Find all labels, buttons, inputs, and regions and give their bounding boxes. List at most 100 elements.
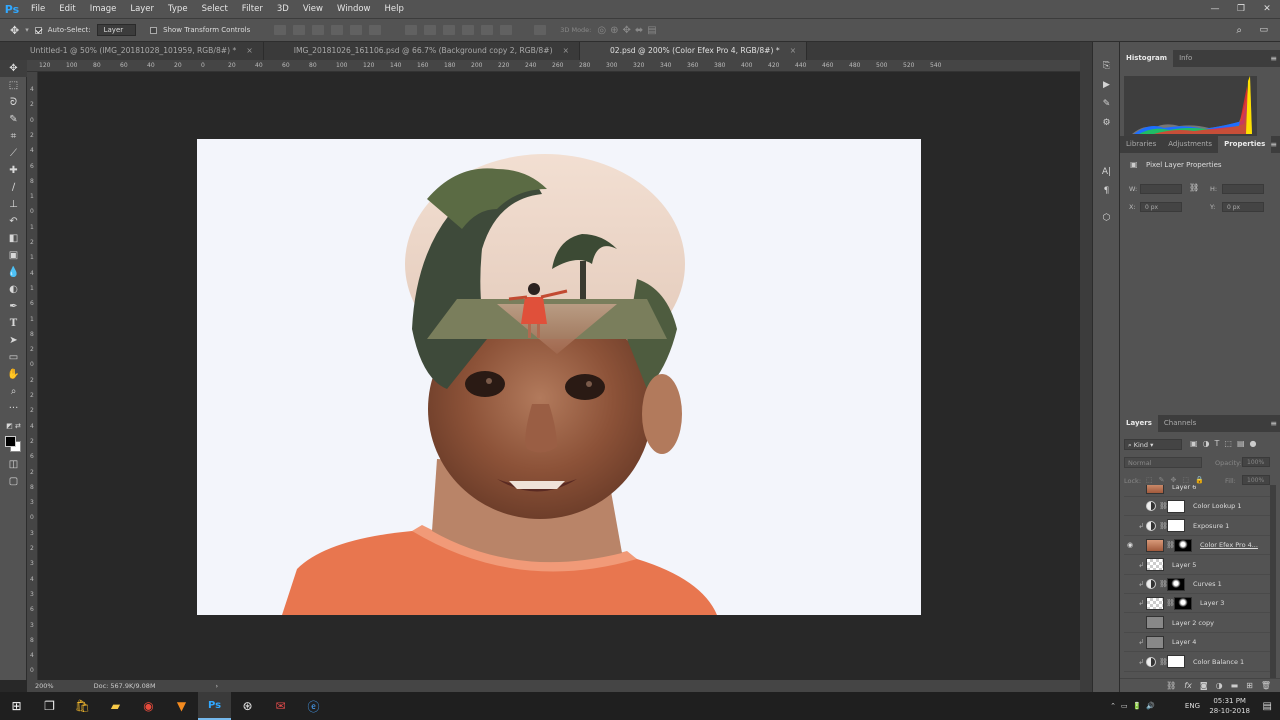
menu-3d[interactable]: 3D: [270, 0, 296, 18]
tab-libraries[interactable]: Libraries: [1120, 136, 1162, 153]
maximize-button[interactable]: ❐: [1228, 0, 1254, 18]
mail-app-icon[interactable]: ✉: [264, 692, 297, 720]
healing-tool-icon[interactable]: ✚: [0, 162, 27, 179]
align-right-icon[interactable]: [369, 25, 382, 35]
distribute-left-icon[interactable]: [462, 25, 475, 35]
delete-layer-icon[interactable]: 🗑: [1261, 681, 1271, 690]
menu-file[interactable]: File: [24, 0, 52, 18]
tab-layers[interactable]: Layers: [1120, 415, 1158, 432]
chrome-icon[interactable]: ◉: [132, 692, 165, 720]
auto-align-icon[interactable]: [534, 25, 547, 35]
mask-link-icon[interactable]: ⛓: [1159, 522, 1168, 530]
auto-select-dropdown[interactable]: Layer: [96, 24, 137, 36]
x-field[interactable]: 0 px: [1140, 202, 1182, 212]
photoshop-logo-icon[interactable]: Ps: [0, 0, 24, 18]
layer-mask-thumbnail[interactable]: [1167, 499, 1185, 513]
sync-icon[interactable]: ⊛: [231, 692, 264, 720]
layer-row[interactable]: ↲ Layer 4: [1124, 633, 1273, 653]
tab-adjustments[interactable]: Adjustments: [1162, 136, 1218, 153]
properties-menu-icon[interactable]: ≡: [1270, 136, 1277, 153]
path-select-tool-icon[interactable]: ➤: [0, 332, 27, 349]
quick-mask-icon[interactable]: ◫: [0, 456, 27, 473]
panel-collapse-strip[interactable]: [1080, 42, 1092, 692]
tab-properties[interactable]: Properties: [1218, 136, 1272, 153]
layer-mask-thumbnail[interactable]: [1167, 519, 1185, 533]
brush-tool-icon[interactable]: ∕: [0, 179, 27, 196]
y-field[interactable]: 0 px: [1222, 202, 1264, 212]
layer-name[interactable]: Color Lookup 1: [1193, 502, 1242, 510]
move-tool-icon[interactable]: ✥: [0, 60, 27, 77]
mask-link-icon[interactable]: ⛓: [1159, 658, 1168, 666]
3d-panel-icon[interactable]: ⬡: [1093, 208, 1120, 227]
align-bottom-icon[interactable]: [312, 25, 325, 35]
system-tray-icons[interactable]: ⌃▭🔋🔊: [1110, 692, 1160, 720]
paragraph-panel-icon[interactable]: ¶: [1093, 181, 1120, 200]
tab-info[interactable]: Info: [1173, 50, 1198, 67]
close-tab-icon[interactable]: ×: [563, 46, 569, 55]
search-icon[interactable]: ⌕: [1236, 25, 1242, 36]
align-vcenter-icon[interactable]: [293, 25, 306, 35]
document-tab[interactable]: IMG_20181026_161106.psd @ 66.7% (Backgro…: [264, 42, 580, 60]
menu-filter[interactable]: Filter: [235, 0, 270, 18]
align-left-icon[interactable]: [331, 25, 344, 35]
distribute-right-icon[interactable]: [500, 25, 513, 35]
fill-field[interactable]: 100%: [1242, 475, 1270, 485]
blend-mode-dropdown[interactable]: Normal: [1124, 457, 1202, 468]
layer-name[interactable]: Curves 1: [1193, 580, 1222, 588]
distribute-bottom-icon[interactable]: [443, 25, 456, 35]
zoom-level[interactable]: 200%: [35, 682, 54, 690]
more-tools-icon[interactable]: ···: [0, 400, 27, 417]
3d-mode-icons[interactable]: ◎⊕✥⬌▤: [597, 25, 660, 36]
menu-edit[interactable]: Edit: [52, 0, 82, 18]
height-field[interactable]: [1222, 184, 1264, 194]
adjust-tool-icon[interactable]: ⚙: [1093, 113, 1120, 132]
menu-layer[interactable]: Layer: [123, 0, 161, 18]
tab-histogram[interactable]: Histogram: [1120, 50, 1174, 67]
quick-select-tool-icon[interactable]: ✎: [0, 111, 27, 128]
document-tab[interactable]: Untitled-1 @ 50% (IMG_20181028_101959, R…: [0, 42, 264, 60]
pen-tool-icon[interactable]: ✒: [0, 298, 27, 315]
mask-link-icon[interactable]: ⛓: [1166, 599, 1175, 607]
menu-window[interactable]: Window: [330, 0, 378, 18]
layer-filter-icons[interactable]: ▣◑T⬚▤●: [1190, 439, 1262, 448]
minimize-button[interactable]: —: [1202, 0, 1228, 18]
layer-row[interactable]: ↲ ⛓ Color Balance 1: [1124, 653, 1273, 672]
layer-row[interactable]: Layer 2 copy: [1124, 614, 1273, 633]
layers-menu-icon[interactable]: ≡: [1270, 415, 1277, 432]
notifications-icon[interactable]: ▤: [1263, 692, 1272, 720]
eyedropper-tool-icon[interactable]: ⟋: [0, 145, 27, 162]
layer-name[interactable]: Color Balance 1: [1193, 658, 1244, 666]
dodge-tool-icon[interactable]: ◐: [0, 281, 27, 298]
layer-row[interactable]: ↲ ⛓ Curves 1: [1124, 575, 1273, 594]
brush-settings-icon[interactable]: ✎: [1093, 94, 1120, 113]
vlc-icon[interactable]: ▼: [165, 692, 198, 720]
align-hcenter-icon[interactable]: [350, 25, 363, 35]
width-field[interactable]: [1140, 184, 1182, 194]
windows-start-icon[interactable]: ⊞: [0, 692, 33, 720]
layer-name[interactable]: Color Efex Pro 4...: [1200, 541, 1258, 549]
close-tab-icon[interactable]: ×: [246, 46, 252, 55]
layer-name[interactable]: Layer 4: [1172, 638, 1196, 646]
tool-preset-chevron-icon[interactable]: ▾: [25, 26, 29, 34]
layer-style-icon[interactable]: fx: [1184, 681, 1192, 690]
task-view-icon[interactable]: ❐: [33, 692, 66, 720]
close-tab-icon[interactable]: ×: [790, 46, 796, 55]
distribute-vcenter-icon[interactable]: [424, 25, 437, 35]
menu-type[interactable]: Type: [161, 0, 195, 18]
align-top-icon[interactable]: [274, 25, 287, 35]
layer-name[interactable]: Layer 3: [1200, 599, 1224, 607]
type-tool-icon[interactable]: T: [0, 315, 27, 332]
photoshop-taskbar-icon[interactable]: Ps: [198, 692, 231, 720]
layer-row[interactable]: ↲ Layer 5: [1124, 556, 1273, 575]
default-colors-icon[interactable]: ◩ ⇄: [0, 417, 27, 434]
layer-row[interactable]: ↲ ⛓ Exposure 1: [1124, 517, 1273, 536]
mask-link-icon[interactable]: ⛓: [1159, 502, 1168, 510]
zoom-tool-icon[interactable]: ⌕: [0, 383, 27, 400]
lock-icons[interactable]: ⬚✎✥⬚🔒: [1146, 476, 1210, 484]
layer-name[interactable]: Exposure 1: [1193, 522, 1229, 530]
stamp-tool-icon[interactable]: ⊥: [0, 196, 27, 213]
menu-view[interactable]: View: [296, 0, 330, 18]
document-tab[interactable]: 02.psd @ 200% (Color Efex Pro 4, RGB/8#)…: [579, 42, 808, 60]
actions-play-icon[interactable]: ▶: [1093, 75, 1120, 94]
layer-row[interactable]: ⛓ Color Lookup 1: [1124, 497, 1273, 517]
